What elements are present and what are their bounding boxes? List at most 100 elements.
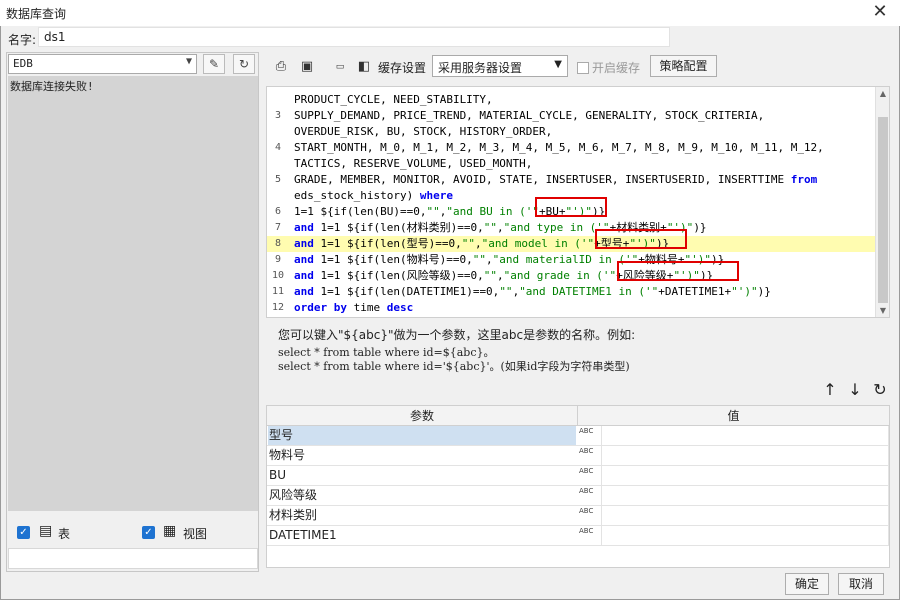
connection-status: 数据库连接失败! bbox=[8, 76, 258, 511]
sql-line-text: PRODUCT_CYCLE, NEED_STABILITY, bbox=[294, 93, 493, 106]
refresh-params-icon[interactable]: ↻ bbox=[871, 380, 889, 399]
sql-line-text: eds_stock_history) where bbox=[294, 189, 453, 202]
param-value-input[interactable] bbox=[601, 526, 889, 545]
cache-label: 缓存设置 bbox=[378, 61, 427, 75]
sql-line[interactable]: 3 SUPPLY_DEMAND, PRICE_TREND, MATERIAL_CY… bbox=[267, 108, 875, 124]
line-number: 12 bbox=[271, 302, 285, 313]
move-up-icon[interactable]: ↑ bbox=[821, 380, 839, 399]
help-example-2: select * from table where id='${abc}'。(如… bbox=[278, 360, 630, 373]
line-number: 5 bbox=[274, 174, 282, 185]
close-icon[interactable]: ✕ bbox=[870, 2, 890, 22]
sql-line[interactable]: 12 order by time desc bbox=[267, 300, 875, 316]
cancel-button[interactable]: 取消 bbox=[838, 573, 884, 595]
line-number: 7 bbox=[274, 222, 282, 233]
policy-config-button[interactable]: 策略配置 bbox=[650, 55, 717, 77]
sql-line[interactable]: 10 and 1=1 ${if(len(风险等级)==0,"","and grad… bbox=[267, 268, 875, 284]
scroll-down-icon[interactable]: ▼ bbox=[876, 306, 889, 315]
view-checkbox[interactable]: ✓ bbox=[142, 526, 155, 539]
sql-line[interactable]: 8 and 1=1 ${if(len(型号)==0,"","and model i… bbox=[267, 236, 875, 252]
view-icon: ▦ bbox=[163, 523, 177, 539]
table-checkbox[interactable]: ✓ bbox=[17, 526, 30, 539]
enable-cache-label: 开启缓存 bbox=[592, 61, 641, 75]
move-down-icon[interactable]: ↓ bbox=[846, 380, 864, 399]
title-bar: 数据库查询 bbox=[0, 0, 900, 26]
line-number: 6 bbox=[274, 206, 282, 217]
sql-icon[interactable]: ▭ bbox=[331, 58, 349, 76]
cache-selected: 采用服务器设置 bbox=[438, 61, 523, 75]
param-value-input[interactable] bbox=[601, 486, 889, 505]
chevron-down-icon: ▼ bbox=[554, 59, 562, 70]
save-icon[interactable]: ▣ bbox=[298, 58, 316, 76]
refresh-icon[interactable]: ↻ bbox=[233, 54, 255, 74]
window-title: 数据库查询 bbox=[6, 7, 67, 21]
scroll-up-icon[interactable]: ▲ bbox=[876, 89, 889, 98]
connection-error-text: 数据库连接失败! bbox=[10, 80, 94, 93]
sql-line-text: GRADE, MEMBER, MONITOR, AVOID, STATE, IN… bbox=[294, 173, 818, 186]
param-row[interactable]: BU ABC bbox=[267, 466, 889, 486]
highlight-box-model bbox=[595, 229, 687, 249]
checkbox-box bbox=[577, 62, 589, 74]
preview-icon[interactable]: ⎙ bbox=[272, 58, 290, 76]
text-type-icon[interactable]: ABC bbox=[579, 427, 599, 445]
param-row[interactable]: 物料号 ABC bbox=[267, 446, 889, 466]
param-value-input[interactable] bbox=[601, 446, 889, 465]
sql-line[interactable]: 5 GRADE, MEMBER, MONITOR, AVOID, STATE, I… bbox=[267, 172, 875, 188]
param-row[interactable]: 材料类别 ABC bbox=[267, 506, 889, 526]
text-type-icon[interactable]: ABC bbox=[579, 487, 599, 505]
sql-line[interactable]: 9 and 1=1 ${if(len(物料号)==0,"","and materi… bbox=[267, 252, 875, 268]
sql-line[interactable]: 7 and 1=1 ${if(len(材料类别)==0,"","and type … bbox=[267, 220, 875, 236]
sql-line[interactable]: OVERDUE_RISK, BU, STOCK, HISTORY_ORDER, bbox=[267, 124, 875, 140]
highlight-box-bu bbox=[535, 197, 607, 217]
text-type-icon[interactable]: ABC bbox=[579, 507, 599, 525]
ok-button[interactable]: 确定 bbox=[785, 573, 829, 595]
name-input[interactable]: ds1 bbox=[38, 27, 670, 47]
sql-line-text: OVERDUE_RISK, BU, STOCK, HISTORY_ORDER, bbox=[294, 125, 553, 138]
param-row[interactable]: DATETIME1 ABC bbox=[267, 526, 889, 546]
sql-line[interactable]: TACTICS, RESERVE_VOLUME, USED_MONTH, bbox=[267, 156, 875, 172]
line-number: 3 bbox=[274, 110, 282, 121]
sql-line-text: and 1=1 ${if(len(DATETIME1)==0,"","and D… bbox=[294, 285, 771, 298]
sql-line-text: TACTICS, RESERVE_VOLUME, USED_MONTH, bbox=[294, 157, 533, 170]
view-label: 视图 bbox=[183, 527, 208, 541]
param-name-header: 参数 bbox=[267, 406, 578, 426]
sql-line[interactable]: PRODUCT_CYCLE, NEED_STABILITY, bbox=[267, 92, 875, 108]
param-name[interactable]: 型号 bbox=[268, 426, 576, 445]
scroll-thumb[interactable] bbox=[878, 117, 888, 303]
param-row[interactable]: 型号 ABC bbox=[267, 426, 889, 446]
datasource-selected: EDB bbox=[13, 57, 33, 70]
sql-editor[interactable]: PRODUCT_CYCLE, NEED_STABILITY, 3 SUPPLY_DE… bbox=[266, 86, 890, 318]
params-table: 参数 值 型号 ABC 物料号 ABC BU ABC 风险等级 ABC 材料类别 ABC DATET… bbox=[266, 405, 890, 568]
editor-scrollbar[interactable]: ▲ ▼ bbox=[875, 87, 889, 317]
param-name[interactable]: DATETIME1 bbox=[268, 526, 576, 545]
chevron-down-icon: ▼ bbox=[185, 56, 192, 67]
datasource-select[interactable]: EDB ▼ bbox=[8, 54, 197, 74]
params-table-header: 参数 值 bbox=[267, 406, 889, 426]
cache-icon[interactable]: ◧ bbox=[355, 58, 373, 76]
line-number: 10 bbox=[271, 270, 285, 281]
edit-connection-icon[interactable]: ✎ bbox=[203, 54, 225, 74]
param-name[interactable]: BU bbox=[268, 466, 576, 485]
highlight-box-grade bbox=[617, 261, 739, 281]
text-type-icon[interactable]: ABC bbox=[579, 467, 599, 485]
table-icon: ▤ bbox=[39, 523, 53, 539]
param-value-input[interactable] bbox=[601, 506, 889, 525]
text-type-icon[interactable]: ABC bbox=[579, 447, 599, 465]
param-value-input[interactable] bbox=[601, 466, 889, 485]
sql-line[interactable]: 4 START_MONTH, M_0, M_1, M_2, M_3, M_4, M… bbox=[267, 140, 875, 156]
sql-line-text: SUPPLY_DEMAND, PRICE_TREND, MATERIAL_CYC… bbox=[294, 109, 765, 122]
param-row[interactable]: 风险等级 ABC bbox=[267, 486, 889, 506]
cache-select[interactable]: 采用服务器设置 ▼ bbox=[432, 55, 568, 77]
help-text: 您可以键入"${abc}"做为一个参数，这里abc是参数的名称。例如: bbox=[278, 328, 636, 342]
param-name[interactable]: 物料号 bbox=[268, 446, 576, 465]
filter-input[interactable] bbox=[8, 548, 258, 569]
sql-line[interactable]: 11 and 1=1 ${if(len(DATETIME1)==0,"","and… bbox=[267, 284, 875, 300]
text-type-icon[interactable]: ABC bbox=[579, 527, 599, 545]
sql-line-text: order by time desc bbox=[294, 301, 414, 314]
line-number: 9 bbox=[274, 254, 282, 265]
name-label: 名字: bbox=[8, 33, 37, 47]
param-name[interactable]: 材料类别 bbox=[268, 506, 576, 525]
enable-cache-checkbox[interactable]: 开启缓存 bbox=[577, 59, 640, 76]
param-name[interactable]: 风险等级 bbox=[268, 486, 576, 505]
line-number: 8 bbox=[274, 238, 282, 249]
param-value-input[interactable] bbox=[601, 426, 889, 445]
